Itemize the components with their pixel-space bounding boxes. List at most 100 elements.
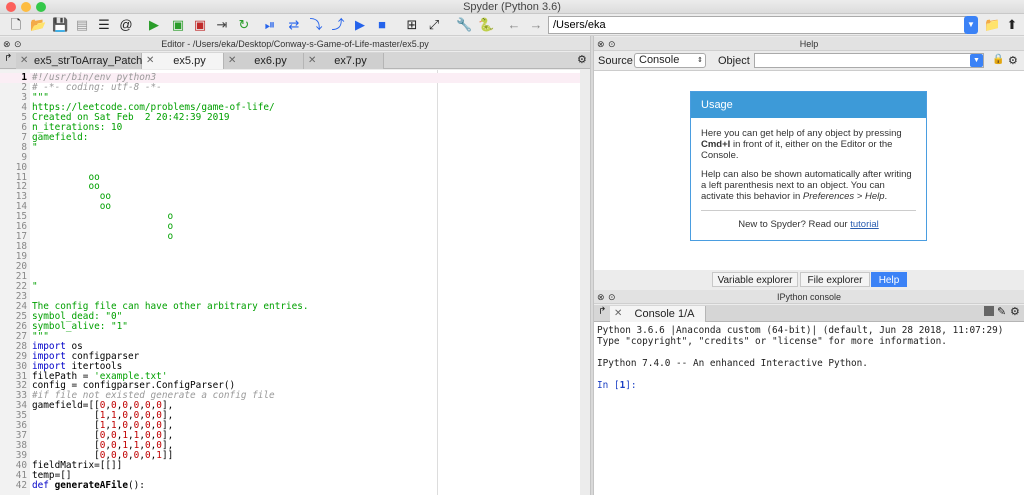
- source-select[interactable]: Console ⇕: [634, 53, 706, 68]
- zoom-window-button[interactable]: [36, 2, 46, 12]
- at-icon[interactable]: @: [118, 17, 134, 33]
- code-line[interactable]: 22 ": [0, 280, 580, 292]
- step-icon[interactable]: ⇄: [286, 17, 302, 33]
- source-label: Source: [598, 55, 633, 67]
- close-tab-icon[interactable]: ✕: [614, 306, 622, 322]
- new-file-icon[interactable]: 🗋: [8, 17, 24, 33]
- code-line[interactable]: 2 # -*- coding: utf-8 -*-: [0, 81, 580, 93]
- chevron-down-icon[interactable]: ▼: [970, 54, 983, 67]
- tab-ex5-strtoarray-patch[interactable]: ✕ ex5_strToArray_Patch.py: [16, 53, 157, 69]
- run-icon[interactable]: ▶: [146, 17, 162, 33]
- code-text: def generateAFile():: [32, 479, 145, 491]
- tab-console-1a[interactable]: ✕ Console 1/A: [610, 306, 706, 322]
- tab-ex6[interactable]: ✕ ex6.py: [224, 53, 304, 69]
- window-title: Spyder (Python 3.6): [463, 1, 561, 13]
- close-tab-icon[interactable]: ✕: [228, 53, 236, 69]
- usage-paragraph-1: Here you can get help of any object by p…: [701, 128, 902, 161]
- tab-file-explorer[interactable]: File explorer: [800, 272, 870, 287]
- console-output[interactable]: Python 3.6.6 |Anaconda custom (64-bit)| …: [594, 322, 1024, 495]
- pane-options-icon[interactable]: ⊗: [3, 37, 11, 51]
- console-pane-title: ⊗ ⊙ IPython console: [594, 290, 1024, 304]
- debug-icon[interactable]: ⏯: [262, 17, 278, 33]
- gear-icon[interactable]: ⚙: [1008, 54, 1018, 67]
- close-tab-icon[interactable]: ✕: [20, 53, 28, 69]
- tutorial-link[interactable]: tutorial: [850, 219, 879, 230]
- code-line[interactable]: 9: [0, 152, 580, 163]
- open-file-icon[interactable]: 📂: [30, 17, 46, 33]
- code-line[interactable]: 8 ": [0, 142, 580, 153]
- console-line: Type "copyright", "credits" or "license"…: [597, 336, 947, 347]
- stop-kernel-icon[interactable]: [984, 306, 994, 316]
- step-return-icon[interactable]: ⤴: [330, 17, 346, 33]
- code-text: gamefield:: [32, 131, 89, 143]
- editor-tabbar: ↱ ✕ ex5_strToArray_Patch.py ✕ ex5.py ✕ e…: [0, 52, 590, 69]
- tab-help[interactable]: Help: [871, 272, 907, 287]
- browse-tabs-icon[interactable]: ↱: [4, 53, 12, 64]
- undock-icon[interactable]: ⊙: [608, 290, 616, 304]
- save-icon[interactable]: 💾: [52, 17, 68, 33]
- browse-tabs-icon[interactable]: ↱: [598, 306, 606, 317]
- code-line[interactable]: 18: [0, 242, 580, 252]
- console-prompt: In [1]:: [597, 380, 637, 391]
- fullscreen-icon[interactable]: ⤢: [426, 17, 442, 33]
- code-text: ": [32, 280, 38, 292]
- code-line[interactable]: 20: [0, 262, 580, 272]
- step-into-icon[interactable]: ⤵: [308, 17, 324, 33]
- list-icon[interactable]: ☰: [96, 17, 112, 33]
- code-line[interactable]: 19: [0, 252, 580, 262]
- object-input[interactable]: ▼: [754, 53, 984, 68]
- working-directory-input[interactable]: [548, 16, 966, 34]
- close-window-button[interactable]: [6, 2, 16, 12]
- tab-ex7[interactable]: ✕ ex7.py: [304, 53, 384, 69]
- maximize-icon[interactable]: ⊞: [404, 17, 420, 33]
- console-tabbar: ↱ ✕ Console 1/A ✎ ⚙: [594, 305, 1024, 322]
- python-icon[interactable]: 🐍: [478, 17, 494, 33]
- undock-icon[interactable]: ⊙: [14, 37, 22, 51]
- folder-icon[interactable]: 📁: [984, 17, 1000, 33]
- stop-icon[interactable]: ■: [374, 17, 390, 33]
- back-icon[interactable]: ←: [506, 17, 522, 33]
- object-label: Object: [718, 55, 750, 67]
- wrench-icon[interactable]: 🔧: [456, 17, 472, 33]
- code-line[interactable]: 7 gamefield:: [0, 131, 580, 143]
- code-line[interactable]: 27 """: [0, 331, 580, 342]
- console-line: Python 3.6.6 |Anaconda custom (64-bit)| …: [597, 325, 1004, 336]
- gear-icon[interactable]: ⚙: [577, 53, 587, 66]
- rerun-icon[interactable]: ↻: [236, 17, 252, 33]
- run-selection-icon[interactable]: ⇥: [214, 17, 230, 33]
- run-cell-advance-icon[interactable]: ▣: [192, 17, 208, 33]
- gear-icon[interactable]: ⚙: [1010, 305, 1020, 318]
- save-all-icon[interactable]: ▤: [74, 17, 90, 33]
- console-line: IPython 7.4.0 -- An enhanced Interactive…: [597, 358, 868, 369]
- up-icon[interactable]: ⬆: [1004, 17, 1020, 33]
- code-text: # -*- coding: utf-8 -*-: [32, 81, 162, 93]
- chevron-down-icon[interactable]: ▼: [964, 16, 978, 34]
- help-bottom-tabbar: Variable explorer File explorer Help: [594, 270, 1024, 288]
- window-titlebar: Spyder (Python 3.6): [0, 0, 1024, 14]
- lock-icon[interactable]: 🔒: [992, 54, 1004, 65]
- minimize-window-button[interactable]: [21, 2, 31, 12]
- close-tab-icon[interactable]: ✕: [146, 53, 154, 69]
- tab-variable-explorer[interactable]: Variable explorer: [712, 272, 798, 287]
- code-line[interactable]: 26 symbol_alive: "1": [0, 321, 580, 332]
- editor-pane-title: ⊗ ⊙ Editor - /Users/eka/Desktop/Conway-s…: [0, 37, 590, 51]
- continue-icon[interactable]: ▶: [352, 17, 368, 33]
- close-tab-icon[interactable]: ✕: [308, 53, 316, 69]
- code-line[interactable]: 21: [0, 272, 580, 282]
- eraser-icon[interactable]: ✎: [997, 305, 1006, 318]
- run-cell-icon[interactable]: ▣: [170, 17, 186, 33]
- main-toolbar: 🗋 📂 💾 ▤ ☰ @ ▶ ▣ ▣ ⇥ ↻ ⏯ ⇄ ⤵ ⤴ ▶ ■ ⊞ ⤢ 🔧 …: [0, 14, 1024, 36]
- pane-options-icon[interactable]: ⊗: [597, 290, 605, 304]
- usage-paragraph-2: Help can also be shown automatically aft…: [701, 169, 912, 202]
- code-text: o: [32, 231, 174, 243]
- undock-icon[interactable]: ⊙: [608, 37, 616, 51]
- code-line[interactable]: 42 def generateAFile():: [0, 479, 580, 491]
- code-line[interactable]: 40 fieldMatrix=[[]]: [0, 461, 580, 471]
- forward-icon[interactable]: →: [528, 17, 544, 33]
- tab-ex5[interactable]: ✕ ex5.py: [142, 53, 224, 69]
- code-editor[interactable]: 1 #!/usr/bin/env python3 2 # -*- coding: ut…: [0, 70, 580, 495]
- pane-options-icon[interactable]: ⊗: [597, 37, 605, 51]
- usage-card: Usage Here you can get help of any objec…: [690, 91, 927, 241]
- help-pane-title: ⊗ ⊙ Help: [594, 37, 1024, 51]
- code-line[interactable]: 17 o: [0, 232, 580, 242]
